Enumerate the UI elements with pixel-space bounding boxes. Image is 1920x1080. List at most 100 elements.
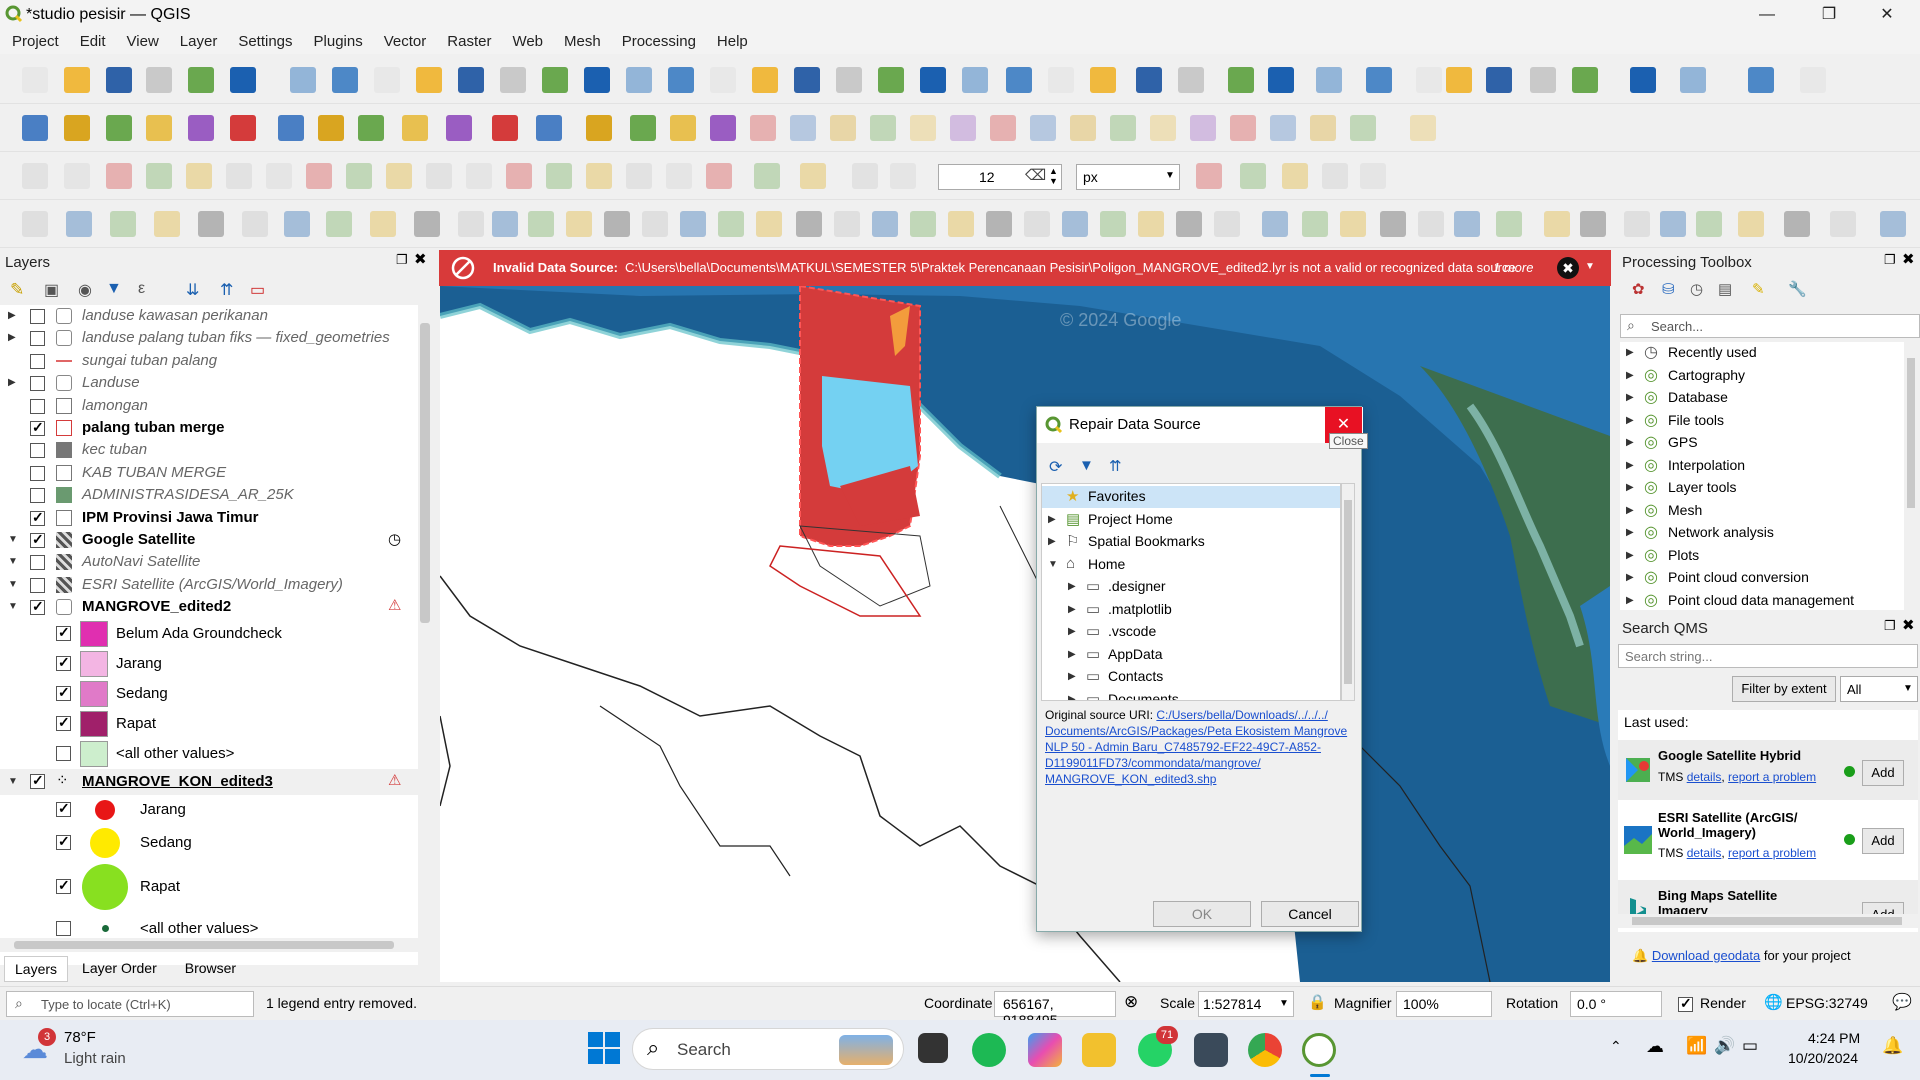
layer-visibility-checkbox[interactable] — [30, 398, 45, 414]
toolbar-tool-icon[interactable] — [710, 67, 736, 93]
legend-checkbox[interactable] — [56, 745, 71, 761]
toolbar-tool-icon[interactable] — [586, 115, 612, 141]
app-icon[interactable] — [1194, 1033, 1228, 1067]
toolbar-tool-icon[interactable] — [1360, 163, 1386, 189]
toolbar-tool-icon[interactable] — [1262, 211, 1288, 237]
toolbar-tool-icon[interactable] — [962, 67, 988, 93]
toolbar-tool-icon[interactable] — [1006, 67, 1032, 93]
layer-visibility-checkbox[interactable] — [30, 531, 45, 548]
magnifier-input[interactable]: 100% — [1396, 991, 1492, 1017]
layer-tree-item[interactable]: ▼ ESRI Satellite (ArcGIS/World_Imagery) — [0, 574, 418, 596]
toolbar-tool-icon[interactable] — [1800, 67, 1826, 93]
float-panel-icon[interactable]: ❐ — [396, 252, 408, 268]
qms-search-input[interactable]: Search string... — [1618, 644, 1918, 668]
layer-visibility-checkbox[interactable] — [30, 509, 45, 526]
layer-tree-item[interactable]: palang tuban merge — [0, 417, 418, 439]
toolbar-tool-icon[interactable] — [1784, 211, 1810, 237]
filter-icon[interactable]: ▼ — [106, 280, 122, 298]
layer-visibility-checkbox[interactable] — [30, 419, 45, 436]
toolbar-tool-icon[interactable] — [584, 67, 610, 93]
filter-icon[interactable]: ▼ — [1079, 457, 1094, 474]
add-button[interactable]: Add — [1862, 760, 1904, 786]
toolbar-tool-icon[interactable] — [106, 163, 132, 189]
toolbar-tool-icon[interactable] — [290, 67, 316, 93]
toolbar-tool-icon[interactable] — [492, 211, 518, 237]
qms-hscrollbar[interactable] — [1618, 914, 1918, 928]
layer-tree-item[interactable]: kec tuban — [0, 439, 418, 461]
layer-visibility-checkbox[interactable] — [30, 309, 45, 324]
toolbar-tool-icon[interactable] — [1282, 163, 1308, 189]
toolbar-tool-icon[interactable] — [146, 115, 172, 141]
toolbar-tool-icon[interactable] — [1048, 67, 1074, 93]
toolbar-tool-icon[interactable] — [446, 115, 472, 141]
clock-time[interactable]: 4:24 PM — [1808, 1030, 1860, 1046]
toolbar-tool-icon[interactable] — [188, 67, 214, 93]
toolbar-tool-icon[interactable] — [920, 67, 946, 93]
file-explorer-icon[interactable] — [1082, 1033, 1116, 1067]
menu-mesh[interactable]: Mesh — [552, 30, 610, 54]
toolbar-tool-icon[interactable] — [948, 211, 974, 237]
toolbar-tool-icon[interactable] — [878, 67, 904, 93]
layer-visibility-checkbox[interactable] — [30, 772, 45, 789]
expand-arrow-icon[interactable]: ▶ — [1626, 505, 1634, 516]
menu-layer[interactable]: Layer — [168, 30, 227, 54]
toolbar-tool-icon[interactable] — [890, 163, 916, 189]
clear-icon[interactable]: ⌫ — [1025, 166, 1046, 184]
layer-tree-item[interactable]: ▶ landuse palang tuban fiks — fixed_geome… — [0, 327, 418, 349]
toolbar-tool-icon[interactable] — [358, 115, 384, 141]
toolbar-tool-icon[interactable] — [750, 115, 776, 141]
toolbar-tool-icon[interactable] — [186, 163, 212, 189]
processing-provider-item[interactable]: ▶ ◎ Layer tools — [1620, 477, 1904, 499]
expand-arrow-icon[interactable]: ▶ — [1068, 649, 1076, 660]
layer-visibility-checkbox[interactable] — [30, 376, 45, 392]
processing-provider-item[interactable]: ▶ ◎ Network analysis — [1620, 522, 1904, 544]
copilot-icon[interactable] — [1028, 1033, 1062, 1067]
render-checkbox[interactable] — [1678, 995, 1693, 1012]
toolbar-tool-icon[interactable] — [1062, 211, 1088, 237]
toolbar-tool-icon[interactable] — [22, 211, 48, 237]
browser-tree-item[interactable]: ▶ ▭ .vscode — [1042, 621, 1340, 643]
toolbar-tool-icon[interactable] — [64, 163, 90, 189]
legend-item[interactable]: Sedang — [0, 679, 418, 709]
toolbar-tool-icon[interactable] — [1030, 115, 1056, 141]
toolbar-tool-icon[interactable] — [796, 211, 822, 237]
legend-checkbox[interactable] — [56, 800, 71, 817]
browser-tree-item[interactable]: ▼ ⌂ Home — [1042, 554, 1340, 576]
edit-features-icon[interactable]: ✎ — [1752, 280, 1765, 298]
toolbar-tool-icon[interactable] — [22, 163, 48, 189]
legend-item[interactable]: <all other values> — [0, 739, 418, 769]
expand-arrow-icon[interactable]: ▶ — [8, 332, 16, 343]
toolbar-tool-icon[interactable] — [1136, 67, 1162, 93]
expand-arrow-icon[interactable]: ▶ — [1048, 514, 1056, 525]
weather-widget[interactable]: ☁ 3 — [22, 1028, 58, 1064]
minimize-button[interactable]: — — [1744, 0, 1790, 30]
toolbar-tool-icon[interactable] — [528, 211, 554, 237]
toolbar-tool-icon[interactable] — [870, 115, 896, 141]
expand-arrow-icon[interactable]: ▶ — [1626, 392, 1634, 403]
toolbar-tool-icon[interactable] — [110, 211, 136, 237]
toolbar-tool-icon[interactable] — [680, 211, 706, 237]
layer-tree-item[interactable]: lamongan — [0, 395, 418, 417]
toolbar-tool-icon[interactable] — [1090, 67, 1116, 93]
expand-arrow-icon[interactable]: ▶ — [1068, 694, 1076, 701]
toolbar-tool-icon[interactable] — [800, 163, 826, 189]
toolbar-tool-icon[interactable] — [586, 163, 612, 189]
expand-arrow-icon[interactable]: ▼ — [8, 776, 18, 787]
toolbar-tool-icon[interactable] — [1572, 67, 1598, 93]
legend-item[interactable]: Belum Ada Groundcheck — [0, 619, 418, 649]
browser-tree-item[interactable]: ▶ ▭ .designer — [1042, 576, 1340, 598]
notification-bell-icon[interactable]: 🔔 — [1882, 1036, 1903, 1056]
toolbar-tool-icon[interactable] — [1230, 115, 1256, 141]
float-panel-icon[interactable]: ❐ — [1884, 252, 1896, 268]
ok-button[interactable]: OK — [1153, 901, 1251, 927]
clock-date[interactable]: 10/20/2024 — [1788, 1050, 1858, 1066]
toolbar-tool-icon[interactable] — [1214, 211, 1240, 237]
menu-settings[interactable]: Settings — [226, 30, 301, 54]
add-button[interactable]: Add — [1862, 828, 1904, 854]
report-problem-link[interactable]: report a problem — [1728, 770, 1816, 784]
layers-hscrollbar[interactable] — [0, 938, 418, 952]
close-window-button[interactable]: ✕ — [1864, 0, 1910, 30]
legend-checkbox[interactable] — [56, 877, 71, 894]
expand-arrow-icon[interactable]: ▶ — [1626, 460, 1634, 471]
toolbar-tool-icon[interactable] — [1410, 115, 1436, 141]
